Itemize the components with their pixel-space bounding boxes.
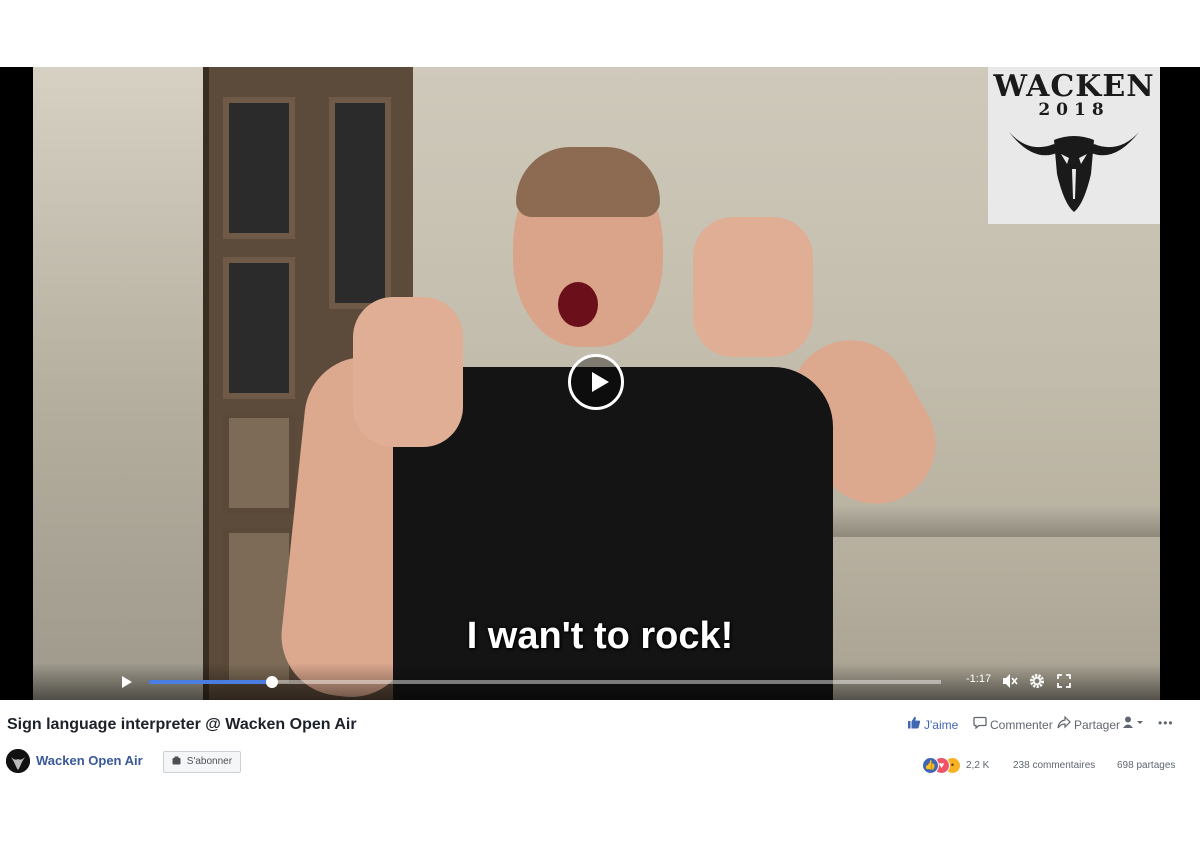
audience-selector[interactable] xyxy=(1123,716,1145,731)
horns-hand-right xyxy=(693,217,813,357)
play-icon[interactable] xyxy=(120,675,134,689)
like-label: J'aime xyxy=(924,718,959,732)
interpreter-mouth xyxy=(558,282,598,327)
comments-count[interactable]: 238 commentaires xyxy=(1013,760,1095,771)
subscribe-label: S'abonner xyxy=(186,756,233,767)
like-button[interactable]: J'aime xyxy=(906,716,958,732)
share-button[interactable]: Partager xyxy=(1056,715,1121,732)
page-avatar[interactable] xyxy=(6,749,30,773)
like-reaction-icon: 👍 xyxy=(922,757,939,774)
share-label: Partager xyxy=(1074,718,1121,732)
logo-wacken-text: WACKEN xyxy=(993,69,1155,104)
horns-hand-left xyxy=(353,297,463,447)
subscribe-button[interactable]: S'abonner xyxy=(163,751,242,773)
progress-fill xyxy=(149,680,272,684)
progress-bar[interactable] xyxy=(149,676,941,688)
reactions-summary[interactable]: 👍 ♥ • xyxy=(922,757,966,774)
video-subtitle: I wan't to rock! xyxy=(466,615,734,657)
video-player[interactable]: WACKEN 2018 I wan't to rock! -1:17 xyxy=(0,67,1200,700)
scene-wall-left xyxy=(33,67,213,700)
progress-knob[interactable] xyxy=(265,676,278,688)
comment-label: Commenter xyxy=(990,718,1053,732)
reactions-count[interactable]: 2,2 K xyxy=(966,760,989,771)
subscribe-icon xyxy=(172,756,187,767)
volume-mute-icon[interactable] xyxy=(1001,672,1019,690)
wacken-logo-overlay: WACKEN 2018 xyxy=(988,67,1160,224)
comment-button[interactable]: Commenter xyxy=(972,716,1053,732)
post-title: Sign language interpreter @ Wacken Open … xyxy=(7,716,357,733)
audience-icon xyxy=(1123,716,1145,731)
more-icon[interactable]: ••• xyxy=(1158,716,1174,730)
share-arrow-icon xyxy=(1056,715,1071,732)
like-thumb-icon xyxy=(906,716,921,732)
interpreter-hair xyxy=(516,147,660,217)
shares-count[interactable]: 698 partages xyxy=(1117,760,1175,771)
big-play-button[interactable] xyxy=(568,354,624,410)
settings-gear-icon[interactable] xyxy=(1028,672,1046,690)
time-remaining: -1:17 xyxy=(966,673,992,685)
page-name-link[interactable]: Wacken Open Air xyxy=(36,753,143,768)
fullscreen-icon[interactable] xyxy=(1056,673,1072,689)
video-controls-bar: -1:17 xyxy=(0,663,1200,700)
bull-skull-icon xyxy=(1009,132,1139,212)
comment-icon xyxy=(972,716,987,732)
